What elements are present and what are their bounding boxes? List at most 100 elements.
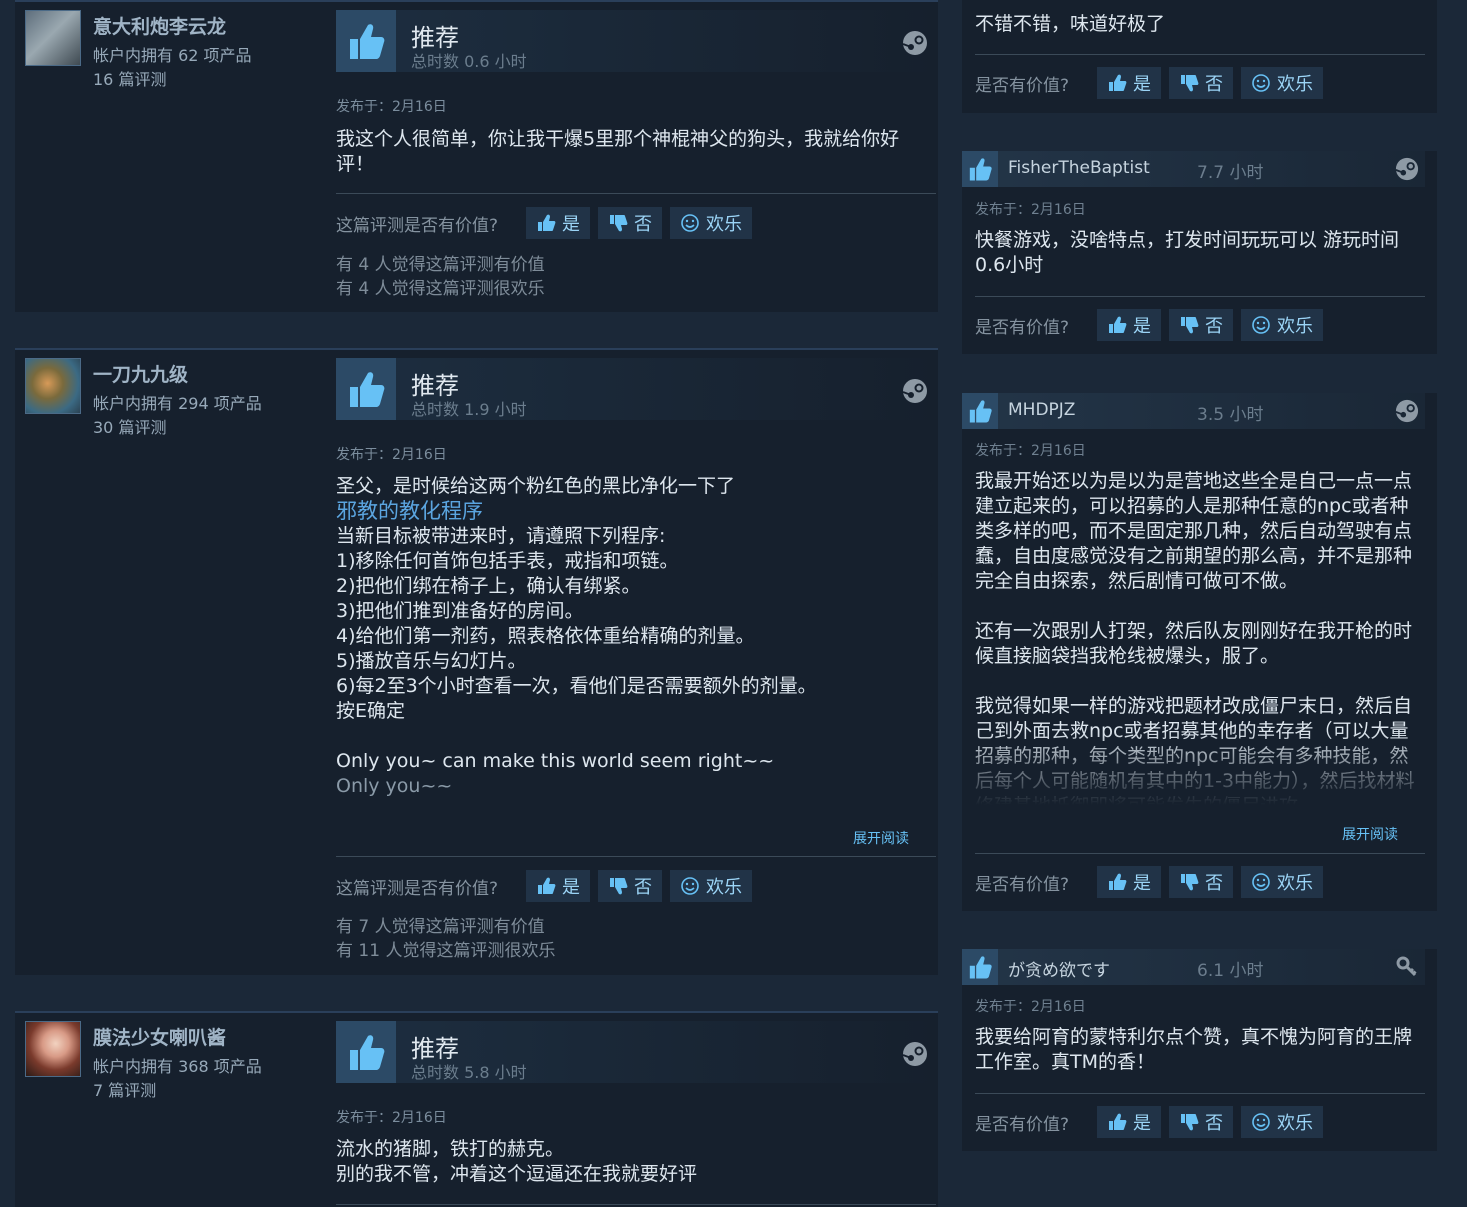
steam-logo-icon [902, 1041, 928, 1071]
vote-yes-label: 是 [1133, 1113, 1152, 1134]
author-name[interactable]: 一刀九九级 [93, 360, 188, 387]
divider [975, 54, 1425, 55]
helpful-row: 是否有价值? 是 否 欢乐 [975, 67, 1331, 99]
vote-yes-label: 是 [1133, 873, 1152, 894]
vote-funny-label: 欢乐 [1277, 74, 1314, 95]
review-text: 4)给他们第一剂药，照表格依体重给精确的剂量。 [336, 625, 755, 647]
vote-yes-button[interactable]: 是 [1097, 309, 1162, 341]
playtime: 3.5 小时 [1197, 405, 1264, 425]
helpful-question: 是否有价值? [975, 75, 1070, 96]
vote-yes-label: 是 [562, 877, 581, 898]
thumbs-up-icon [336, 358, 396, 420]
posted-date: 发布于：2月16日 [336, 99, 447, 115]
vote-header[interactable]: 推荐 总时数 0.6 小时 [336, 10, 936, 72]
playtime: 7.7 小时 [1197, 163, 1264, 183]
product-count[interactable]: 帐户内拥有 368 项产品 [93, 1055, 262, 1079]
review-header[interactable]: が贪め欲です 6.1 小时 [962, 949, 1425, 985]
author-name[interactable]: 意大利炮李云龙 [93, 12, 226, 39]
divider [15, 0, 938, 2]
funny-count: 有 11 人觉得这篇评测很欢乐 [336, 941, 556, 961]
helpful-row: 这篇评测是否有价值? 是 否 欢乐 [336, 207, 760, 239]
vote-funny-button[interactable]: 欢乐 [1241, 67, 1324, 99]
review-text: 6)每2至3个小时查看一次，看他们是否需要额外的剂量。 [336, 675, 817, 697]
review-text: 别的我不管，冲着这个逗逼还在我就要好评 [336, 1163, 698, 1185]
product-count[interactable]: 帐户内拥有 294 项产品 [93, 392, 262, 416]
review-text: 我最开始还以为是以为是营地这些全是自己一点一点建立起来的，可以招募的人是那种任意… [975, 470, 1413, 592]
author-name[interactable]: 膜法少女喇叭酱 [93, 1023, 226, 1050]
posted-date: 发布于：2月16日 [336, 1110, 447, 1126]
review-text: 5)播放音乐与幻灯片。 [336, 650, 527, 672]
vote-header[interactable]: 推荐 总时数 1.9 小时 [336, 358, 936, 420]
read-more-link[interactable]: 展开阅读 [853, 828, 909, 848]
review-count[interactable]: 7 篇评测 [93, 1079, 262, 1103]
divider [336, 193, 936, 194]
thumbs-up-icon [538, 214, 556, 231]
author-name[interactable]: FisherTheBaptist [1008, 158, 1150, 178]
review-card: 一刀九九级 帐户内拥有 294 项产品 30 篇评测 推荐 总时数 1.9 小时… [15, 348, 938, 975]
review-body: 不错不错，味道好极了 [975, 13, 1166, 35]
author-name[interactable]: が贪め欲です [1008, 956, 1110, 981]
helpful-count: 有 4 人觉得这篇评测有价值 [336, 255, 545, 275]
read-more-link[interactable]: 展开阅读 [1342, 824, 1398, 844]
divider [336, 856, 936, 857]
avatar[interactable] [25, 1021, 81, 1077]
smile-icon [1252, 316, 1270, 334]
divider [975, 853, 1425, 854]
thumbs-down-icon [1181, 317, 1199, 334]
vote-no-button[interactable]: 否 [1169, 866, 1234, 898]
vote-no-button[interactable]: 否 [598, 207, 663, 239]
helpful-row: 是否有价值? 是 否 欢乐 [975, 1106, 1331, 1138]
author-name[interactable]: MHDPJZ [1008, 400, 1075, 420]
vote-yes-button[interactable]: 是 [526, 207, 591, 239]
vote-no-button[interactable]: 否 [598, 870, 663, 902]
avatar[interactable] [25, 10, 81, 66]
vote-funny-label: 欢乐 [1277, 873, 1314, 894]
divider [15, 1011, 938, 1013]
review-header[interactable]: FisherTheBaptist 7.7 小时 [962, 151, 1425, 187]
helpful-question: 是否有价值? [975, 874, 1070, 895]
key-icon [1395, 955, 1419, 983]
helpful-stats: 有 4 人觉得这篇评测有价值 有 4 人觉得这篇评测很欢乐 [336, 253, 545, 301]
helpful-question: 是否有价值? [975, 1114, 1070, 1135]
vote-yes-button[interactable]: 是 [526, 870, 591, 902]
author-meta: 帐户内拥有 368 项产品 7 篇评测 [93, 1055, 262, 1103]
posted-date: 发布于：2月16日 [336, 447, 447, 463]
vote-yes-button[interactable]: 是 [1097, 67, 1162, 99]
playtime: 总时数 0.6 小时 [411, 52, 527, 71]
smile-icon [681, 214, 699, 232]
review-text: 当新目标被带进来时，请遵照下列程序: [336, 525, 666, 547]
helpful-row: 是否有价值? 是 否 欢乐 [975, 309, 1331, 341]
steam-logo-icon [902, 378, 928, 408]
product-count[interactable]: 帐户内拥有 62 项产品 [93, 44, 252, 68]
author-meta: 帐户内拥有 294 项产品 30 篇评测 [93, 392, 262, 440]
vote-no-button[interactable]: 否 [1169, 309, 1234, 341]
vote-yes-button[interactable]: 是 [1097, 1106, 1162, 1138]
vote-funny-button[interactable]: 欢乐 [1241, 309, 1324, 341]
vote-no-button[interactable]: 否 [1169, 1106, 1234, 1138]
thumbs-up-icon [1109, 1113, 1127, 1130]
review-count[interactable]: 30 篇评测 [93, 416, 262, 440]
vote-yes-label: 是 [1133, 316, 1152, 337]
vote-funny-button[interactable]: 欢乐 [1241, 1106, 1324, 1138]
vote-no-label: 否 [1205, 1113, 1224, 1134]
vote-no-label: 否 [1205, 873, 1224, 894]
review-text: 还有一次跟别人打架，然后队友刚刚好在我开枪的时候直接脑袋挡我枪线被爆头，服了。 [975, 620, 1413, 667]
vote-no-button[interactable]: 否 [1169, 67, 1234, 99]
review-body: 我这个人很简单，你让我干爆5里那个神棍神父的狗头，我就给你好评！ [336, 127, 926, 177]
review-body: 快餐游戏，没啥特点，打发时间玩玩可以 游玩时间0.6小时 [975, 229, 1400, 276]
avatar[interactable] [25, 358, 81, 414]
review-header[interactable]: MHDPJZ 3.5 小时 [962, 393, 1425, 429]
posted-date: 发布于：2月16日 [975, 443, 1086, 459]
vote-funny-button[interactable]: 欢乐 [670, 870, 753, 902]
posted-date: 发布于：2月16日 [975, 202, 1086, 218]
vote-header[interactable]: 推荐 总时数 5.8 小时 [336, 1021, 936, 1083]
review-body: 我要给阿育的蒙特利尔点个赞，真不愧为阿育的王牌工作室。真TM的香！ [975, 1026, 1413, 1073]
review-card: MHDPJZ 3.5 小时 发布于：2月16日 我最开始还以为是以为是营地这些全… [962, 393, 1437, 911]
review-count[interactable]: 16 篇评测 [93, 68, 252, 92]
vote-yes-button[interactable]: 是 [1097, 866, 1162, 898]
vote-funny-button[interactable]: 欢乐 [1241, 866, 1324, 898]
review-text: 我这个人很简单，你让我干爆5里那个神棍神父的狗头，我就给你好评！ [336, 128, 900, 175]
helpful-question: 这篇评测是否有价值? [336, 878, 499, 899]
playtime: 总时数 5.8 小时 [411, 1063, 527, 1082]
vote-funny-button[interactable]: 欢乐 [670, 207, 753, 239]
